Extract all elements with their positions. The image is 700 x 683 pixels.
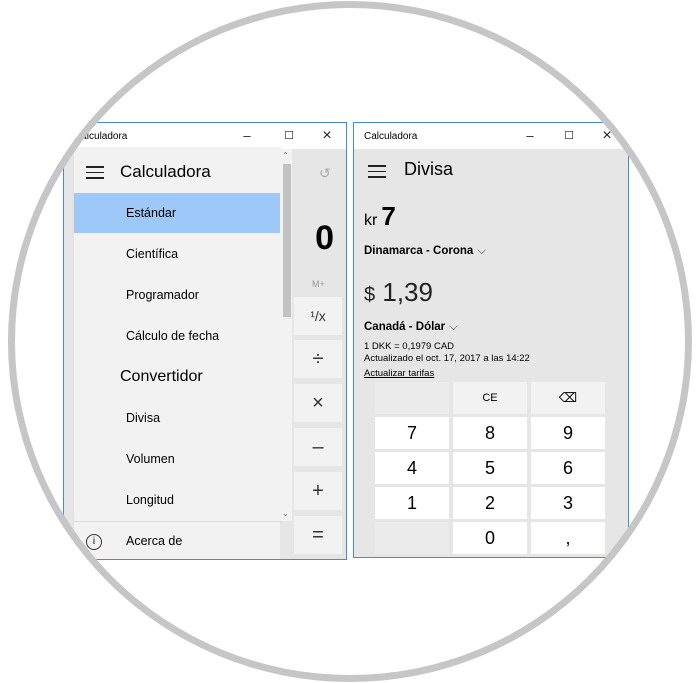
digit-2-button[interactable]: 2 <box>453 487 527 519</box>
minimize-button[interactable]: – <box>236 126 258 146</box>
chevron-down-icon: ⌵ <box>449 321 458 333</box>
digit-6-button[interactable]: 6 <box>531 452 605 484</box>
to-currency-symbol: $ <box>364 284 376 306</box>
nav-item-volume[interactable]: Volumen <box>74 439 280 479</box>
currency-converter-window: Calculadora – ☐ × Divisa kr 7 Dinamarca -… <box>353 122 629 558</box>
from-currency-dropdown[interactable]: Dinamarca - Corona ⌵ <box>364 245 486 258</box>
history-icon[interactable]: ↺ <box>319 165 331 182</box>
close-button[interactable]: × <box>596 126 618 146</box>
nav-footer[interactable]: i Acerca de <box>74 521 280 559</box>
backspace-icon[interactable]: ⌫ <box>531 382 605 414</box>
to-amount[interactable]: $ 1,39 <box>364 277 433 308</box>
exchange-rate-info: 1 DKK = 0,1979 CAD Actualizado el oct. 1… <box>364 341 530 365</box>
hamburger-menu-icon[interactable] <box>86 166 104 183</box>
nav-item-date-calculation[interactable]: Cálculo de fecha <box>74 316 280 356</box>
standard-calculator-window: Calculadora – ☐ × ↺ 0 M+ ¹/x ÷ × – + = C… <box>63 122 347 560</box>
nav-item-standard[interactable]: Estándar <box>74 193 280 233</box>
scroll-down-icon[interactable]: ⌄ <box>282 509 289 518</box>
info-icon: i <box>86 534 102 550</box>
mode-title: Divisa <box>404 159 454 179</box>
window-title: Calculadora <box>364 131 418 142</box>
rate-line: 1 DKK = 0,1979 CAD <box>364 341 455 352</box>
title-bar[interactable]: Calculadora – ☐ × <box>64 123 346 149</box>
digit-7-button[interactable]: 7 <box>375 417 449 449</box>
updated-line: Actualizado el oct. 17, 2017 a las 14:22 <box>364 353 530 364</box>
maximize-button[interactable]: ☐ <box>278 126 300 146</box>
digit-5-button[interactable]: 5 <box>453 452 527 484</box>
about-label: Acerca de <box>126 534 183 548</box>
subtract-button[interactable]: – <box>294 428 342 466</box>
nav-item-length[interactable]: Longitud <box>74 480 280 520</box>
digit-0-button[interactable]: 0 <box>453 522 527 554</box>
from-amount[interactable]: kr 7 <box>364 201 396 232</box>
add-button[interactable]: + <box>294 472 342 510</box>
digit-1-button[interactable]: 1 <box>375 487 449 519</box>
close-button[interactable]: × <box>316 126 338 146</box>
multiply-button[interactable]: × <box>294 384 342 422</box>
navigation-pane: Calculadora Estándar Científica Programa… <box>74 149 292 521</box>
nav-title: Calculadora <box>120 162 211 181</box>
digit-9-button[interactable]: 9 <box>531 417 605 449</box>
scroll-up-icon[interactable]: ⌃ <box>282 151 289 160</box>
hamburger-menu-icon[interactable] <box>368 165 386 182</box>
title-bar[interactable]: Calculadora – ☐ × <box>354 123 628 149</box>
window-title: Calculadora <box>74 131 128 142</box>
from-value: 7 <box>381 201 396 231</box>
clear-entry-button[interactable]: CE <box>453 382 527 414</box>
memory-add-button[interactable]: M+ <box>312 279 325 289</box>
to-currency-dropdown[interactable]: Canadá - Dólar ⌵ <box>364 321 458 334</box>
update-rates-link[interactable]: Actualizar tarifas <box>364 368 434 379</box>
from-currency-symbol: kr <box>364 212 378 229</box>
divide-button[interactable]: ÷ <box>294 340 342 378</box>
nav-item-currency[interactable]: Divisa <box>74 398 280 438</box>
nav-item-programmer[interactable]: Programador <box>74 275 280 315</box>
to-value: 1,39 <box>382 277 433 307</box>
nav-scrollbar-thumb[interactable] <box>283 164 291 317</box>
digit-8-button[interactable]: 8 <box>453 417 527 449</box>
nav-item-scientific[interactable]: Científica <box>74 234 280 274</box>
result-display: 0 <box>315 219 334 257</box>
chevron-down-icon: ⌵ <box>477 245 486 257</box>
keypad-blank <box>375 382 449 414</box>
maximize-button[interactable]: ☐ <box>558 126 580 146</box>
keypad-blank <box>375 522 449 554</box>
circle-frame: Calculadora – ☐ × ↺ 0 M+ ¹/x ÷ × – + = C… <box>8 1 692 682</box>
equals-button[interactable]: = <box>294 516 342 554</box>
converter-section-header: Convertidor <box>120 368 203 385</box>
digit-3-button[interactable]: 3 <box>531 487 605 519</box>
minimize-button[interactable]: – <box>519 126 541 146</box>
digit-4-button[interactable]: 4 <box>375 452 449 484</box>
decimal-separator-button[interactable]: , <box>531 522 605 554</box>
reciprocal-button[interactable]: ¹/x <box>294 297 342 335</box>
nav-header: Calculadora <box>74 149 280 195</box>
